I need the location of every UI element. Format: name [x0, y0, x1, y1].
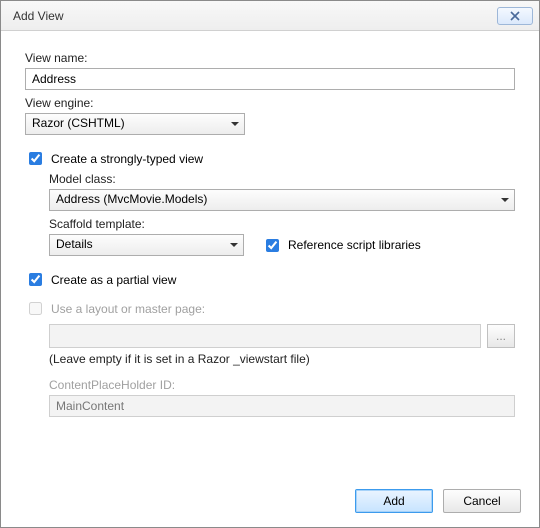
titlebar: Add View — [1, 1, 539, 31]
close-button[interactable] — [497, 7, 533, 25]
placeholder-id-input — [49, 395, 515, 417]
strongly-typed-row: Create a strongly-typed view — [25, 149, 515, 168]
view-engine-label: View engine: — [25, 96, 515, 110]
model-class-label: Model class: — [49, 172, 515, 186]
placeholder-id-label: ContentPlaceHolder ID: — [49, 378, 515, 392]
window-title: Add View — [13, 9, 63, 23]
partial-view-checkbox[interactable] — [29, 273, 42, 286]
scaffold-template-label: Scaffold template: — [49, 217, 515, 231]
add-view-dialog: Add View View name: View engine: Razor (… — [0, 0, 540, 528]
layout-path-input — [49, 324, 481, 348]
layout-hint: (Leave empty if it is set in a Razor _vi… — [49, 352, 515, 366]
dialog-footer: Add Cancel — [1, 481, 539, 527]
strongly-typed-checkbox[interactable] — [29, 152, 42, 165]
view-engine-select[interactable]: Razor (CSHTML) — [25, 113, 245, 135]
browse-layout-button: ... — [487, 324, 515, 348]
partial-view-row: Create as a partial view — [25, 270, 515, 289]
view-name-input[interactable] — [25, 68, 515, 90]
strongly-typed-label: Create a strongly-typed view — [51, 152, 203, 166]
scaffold-template-select[interactable]: Details — [49, 234, 244, 256]
cancel-button[interactable]: Cancel — [443, 489, 521, 513]
use-layout-checkbox — [29, 302, 42, 315]
reference-scripts-checkbox[interactable] — [266, 239, 279, 252]
dialog-content: View name: View engine: Razor (CSHTML) C… — [1, 31, 539, 481]
close-icon — [510, 11, 520, 21]
view-name-label: View name: — [25, 51, 515, 65]
partial-view-label: Create as a partial view — [51, 273, 176, 287]
reference-scripts-label: Reference script libraries — [288, 238, 421, 252]
use-layout-label: Use a layout or master page: — [51, 302, 205, 316]
use-layout-row: Use a layout or master page: — [25, 299, 515, 318]
add-button[interactable]: Add — [355, 489, 433, 513]
model-class-select[interactable]: Address (MvcMovie.Models) — [49, 189, 515, 211]
layout-group: ... (Leave empty if it is set in a Razor… — [49, 318, 515, 417]
reference-scripts-row: Reference script libraries — [262, 236, 421, 255]
strongly-typed-group: Model class: Address (MvcMovie.Models) S… — [49, 168, 515, 256]
